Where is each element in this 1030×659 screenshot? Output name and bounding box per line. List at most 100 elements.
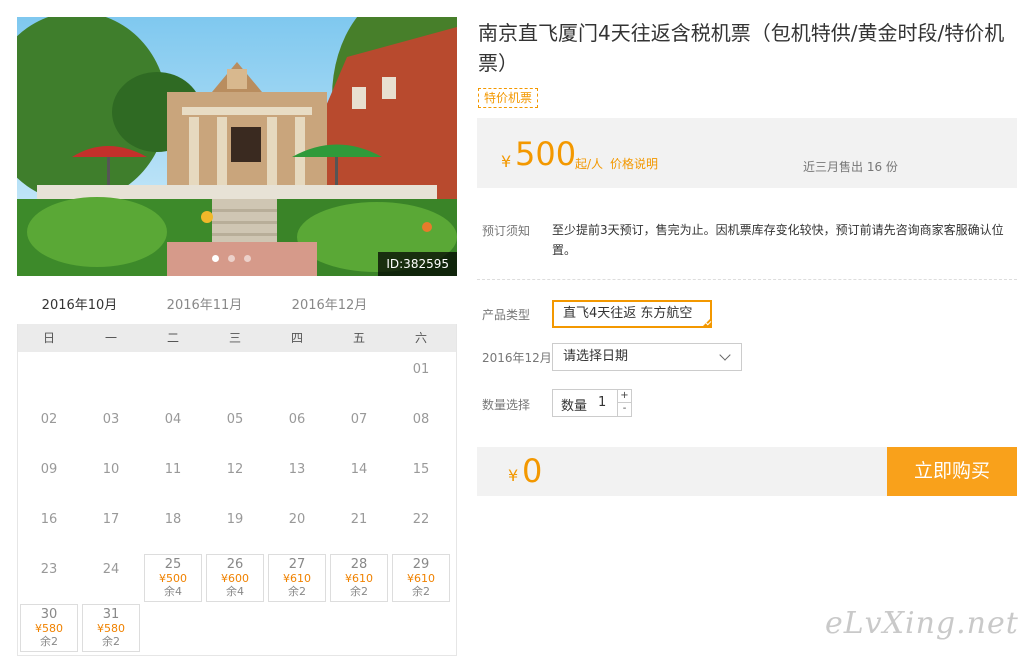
calendar-day: 10: [82, 454, 140, 502]
day-number: 14: [350, 462, 368, 477]
calendar-day-available[interactable]: 29 ¥610 余2: [392, 554, 450, 602]
weekday-label: 二: [166, 331, 179, 345]
calendar-day: 06: [268, 404, 326, 452]
day-number: 05: [226, 412, 244, 427]
day-number: 16: [40, 512, 58, 527]
day-number: 26: [226, 557, 244, 572]
date-calendar: 日 一 二 三 四 五 六 01 02 03 04 05 06 07 08 09 10 11 12 13…: [17, 324, 457, 656]
calendar-day: 15: [392, 454, 450, 502]
buy-now-button[interactable]: 立即购买: [887, 447, 1017, 496]
weekday-label: 六: [414, 331, 427, 345]
date-select-value: 请选择日期: [563, 349, 629, 364]
calendar-day: 14: [330, 454, 388, 502]
day-number: 22: [412, 512, 430, 527]
calendar-day-available[interactable]: 31 ¥580 余2: [82, 604, 140, 652]
day-remaining: 余2: [40, 635, 58, 648]
calendar-day: 03: [82, 404, 140, 452]
sold-count: 近三月售出 16 份: [803, 160, 898, 174]
watermark: eLvXing.net: [825, 606, 1019, 641]
day-number: 02: [40, 412, 58, 427]
product-type-label: 产品类型: [482, 308, 531, 322]
calendar-day: 04: [144, 404, 202, 452]
price-note-link[interactable]: 价格说明: [610, 155, 658, 172]
day-price: ¥610: [283, 572, 311, 585]
tab-month-dec[interactable]: 2016年12月: [267, 288, 392, 326]
day-price: ¥610: [345, 572, 373, 585]
chevron-down-icon: [719, 349, 731, 361]
day-number: 18: [164, 512, 182, 527]
carousel-dot[interactable]: [228, 255, 235, 262]
day-price: ¥580: [97, 622, 125, 635]
carousel-dot[interactable]: [212, 255, 219, 262]
calendar-day-available[interactable]: 30 ¥580 余2: [20, 604, 78, 652]
product-type-option[interactable]: 直飞4天往返 东方航空: [552, 300, 712, 328]
calendar-day: 05: [206, 404, 264, 452]
quantity-input[interactable]: 1: [598, 395, 606, 410]
product-photo[interactable]: ID:382595: [17, 17, 457, 276]
day-number: 03: [102, 412, 120, 427]
quantity-minus-button[interactable]: -: [617, 403, 631, 416]
calendar-day-available[interactable]: 26 ¥600 余4: [206, 554, 264, 602]
date-label: 2016年12月: [482, 351, 552, 365]
tab-month-nov[interactable]: 2016年11月: [142, 288, 267, 326]
calendar-day: 17: [82, 504, 140, 552]
calendar-day-available[interactable]: 28 ¥610 余2: [330, 554, 388, 602]
price-unit: 起/人: [575, 157, 604, 171]
day-price: ¥610: [407, 572, 435, 585]
day-number: 17: [102, 512, 120, 527]
product-title: 南京直飞厦门4天往返含税机票（包机特供/黄金时段/特价机票）: [478, 21, 1005, 75]
calendar-day: 13: [268, 454, 326, 502]
calendar-day: 19: [206, 504, 264, 552]
calendar-day: 12: [206, 454, 264, 502]
notice-text: 至少提前3天预订，售完为止。因机票库存变化较快，预订前请先咨询商家客服确认位置。: [552, 223, 1004, 257]
notice-label: 预订须知: [482, 224, 531, 238]
day-number: 10: [102, 462, 120, 477]
carousel-dot[interactable]: [244, 255, 251, 262]
day-number: 27: [288, 557, 306, 572]
day-number: 09: [40, 462, 58, 477]
day-number: 30: [40, 607, 58, 622]
day-number: 29: [412, 557, 430, 572]
day-number: 15: [412, 462, 430, 477]
special-fare-tag: 特价机票: [478, 88, 539, 108]
day-number: 06: [288, 412, 306, 427]
carousel-dots[interactable]: [212, 255, 251, 262]
quantity-plus-button[interactable]: +: [617, 390, 631, 403]
calendar-day-available[interactable]: 27 ¥610 余2: [268, 554, 326, 602]
weekday-label: 四: [290, 331, 303, 345]
day-remaining: 余4: [226, 585, 244, 598]
day-price: ¥500: [159, 572, 187, 585]
calendar-day: 18: [144, 504, 202, 552]
day-number: 20: [288, 512, 306, 527]
weekday-label: 日: [42, 331, 55, 345]
calendar-day: 08: [392, 404, 450, 452]
tab-month-oct[interactable]: 2016年10月: [17, 288, 142, 326]
divider: [477, 279, 1017, 280]
day-number: 13: [288, 462, 306, 477]
date-select[interactable]: 请选择日期: [552, 343, 742, 371]
calendar-day: 22: [392, 504, 450, 552]
price-panel: ¥ 500 起/人 价格说明 近三月售出 16 份: [477, 118, 1017, 188]
photo-id-badge: ID:382595: [378, 252, 457, 276]
calendar-day: 02: [20, 404, 78, 452]
day-remaining: 余2: [102, 635, 120, 648]
calendar-day-available[interactable]: 25 ¥500 余4: [144, 554, 202, 602]
quantity-stepper: 数量 1 + -: [552, 389, 632, 417]
quantity-label: 数量选择: [482, 398, 531, 412]
total-amount: 0: [522, 452, 543, 490]
day-remaining: 余4: [164, 585, 182, 598]
day-number: 04: [164, 412, 182, 427]
day-number: 19: [226, 512, 244, 527]
day-number: 24: [102, 562, 120, 577]
quantity-inner-label: 数量: [561, 399, 588, 414]
selected-check-icon: [701, 317, 712, 328]
day-number: 28: [350, 557, 368, 572]
price-amount: 500: [515, 135, 577, 173]
calendar-day: 09: [20, 454, 78, 502]
day-number: 23: [40, 562, 58, 577]
day-number: 08: [412, 412, 430, 427]
day-remaining: 余2: [412, 585, 430, 598]
day-number: 31: [102, 607, 120, 622]
day-number: 11: [164, 462, 182, 477]
calendar-day: 23: [20, 554, 78, 602]
